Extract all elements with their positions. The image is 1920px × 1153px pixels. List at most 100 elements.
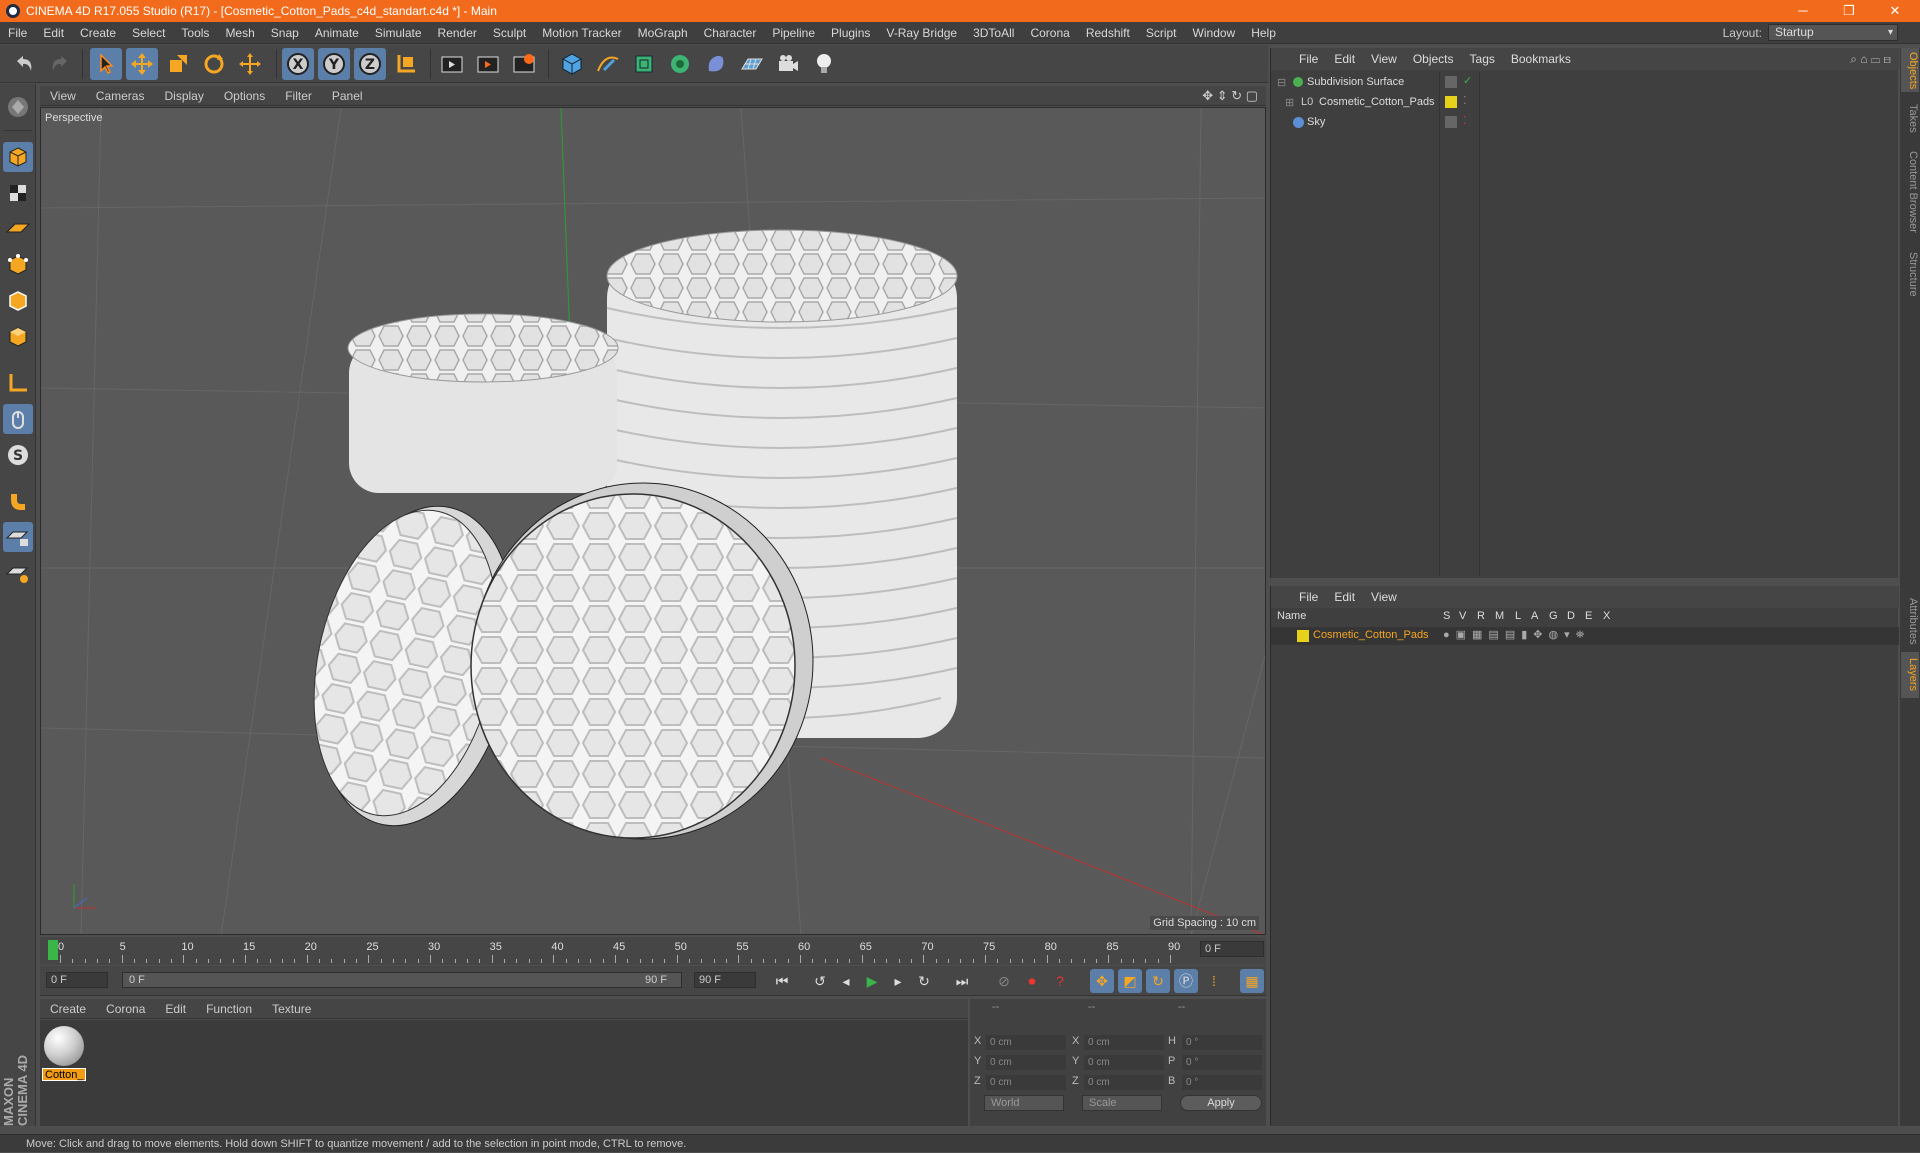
- apply-button[interactable]: Apply: [1180, 1095, 1262, 1111]
- render-view-icon[interactable]: [436, 48, 468, 80]
- scale-key-icon[interactable]: ◩: [1118, 969, 1142, 993]
- layout-dropdown[interactable]: Startup: [1768, 24, 1898, 41]
- rotation-p-field[interactable]: 0 °: [1182, 1055, 1262, 1070]
- menu-file[interactable]: File: [0, 26, 35, 40]
- position-y-field[interactable]: 0 cm: [986, 1055, 1066, 1070]
- point-level-key-icon[interactable]: ⁞: [1202, 969, 1226, 993]
- perspective-viewport[interactable]: Perspective Grid Spacing : 10 cm: [40, 107, 1266, 935]
- object-row-subdivision-surface[interactable]: ⊟ Subdivision Surface ✓: [1271, 74, 1899, 94]
- size-x-field[interactable]: 0 cm: [1084, 1035, 1164, 1050]
- menu-snap[interactable]: Snap: [263, 26, 307, 40]
- current-frame-field[interactable]: 0 F: [1200, 941, 1264, 957]
- object-name[interactable]: Subdivision Surface: [1307, 76, 1404, 88]
- axis-mode-icon[interactable]: [3, 368, 33, 398]
- menu-edit[interactable]: Edit: [35, 26, 72, 40]
- go-to-start-icon[interactable]: ⏮: [770, 969, 794, 993]
- position-z-field[interactable]: 0 cm: [986, 1075, 1066, 1090]
- layer-toggle-icons[interactable]: ●▣▦▤▤▮✥◍▾⛯: [1443, 628, 1590, 642]
- rotation-key-icon[interactable]: ↻: [1146, 969, 1170, 993]
- menu-sculpt[interactable]: Sculpt: [485, 26, 534, 40]
- autokey-icon[interactable]: ⏺: [1020, 969, 1044, 993]
- tab-takes[interactable]: Takes: [1901, 98, 1919, 138]
- material-menu-corona[interactable]: Corona: [96, 1002, 155, 1016]
- x-axis-lock-icon[interactable]: X: [282, 48, 314, 80]
- start-frame-field[interactable]: 0 F: [46, 972, 108, 988]
- menu-mograph[interactable]: MoGraph: [630, 26, 696, 40]
- size-z-field[interactable]: 0 cm: [1084, 1075, 1164, 1090]
- move-tool-icon[interactable]: [126, 48, 158, 80]
- layermgr-menu-file[interactable]: File: [1291, 590, 1326, 604]
- viewport-menu-view[interactable]: View: [40, 89, 86, 103]
- material-menu-texture[interactable]: Texture: [262, 1002, 321, 1016]
- timeline-ticks[interactable]: 0 5 10 15 20 25 30 35 40 45 50 55 60 65 70 75 80 85 90: [48, 937, 1193, 965]
- record-keys-icon[interactable]: ⊘: [992, 969, 1016, 993]
- subdivision-surface-icon[interactable]: [628, 48, 660, 80]
- workplane-mode-icon[interactable]: [3, 214, 33, 244]
- rotate-tool-icon[interactable]: [198, 48, 230, 80]
- size-y-field[interactable]: 0 cm: [1084, 1055, 1164, 1070]
- layer-tag-icon[interactable]: [1445, 76, 1457, 88]
- redo-icon[interactable]: [44, 48, 76, 80]
- coordinate-system-icon[interactable]: [390, 48, 422, 80]
- render-picture-viewer-icon[interactable]: [472, 48, 504, 80]
- size-mode-dropdown[interactable]: Scale: [1082, 1095, 1162, 1111]
- position-x-field[interactable]: 0 cm: [986, 1035, 1066, 1050]
- points-mode-icon[interactable]: [3, 250, 33, 280]
- expand-toggle-icon[interactable]: ⊟: [1277, 76, 1286, 89]
- menu-plugins[interactable]: Plugins: [823, 26, 878, 40]
- menu-script[interactable]: Script: [1138, 26, 1185, 40]
- material-swatch[interactable]: Cotton_: [42, 1024, 86, 1081]
- menu-character[interactable]: Character: [696, 26, 765, 40]
- menu-render[interactable]: Render: [430, 26, 485, 40]
- layermgr-menu-edit[interactable]: Edit: [1326, 590, 1363, 604]
- timeline-playhead[interactable]: [48, 940, 58, 960]
- render-settings-icon[interactable]: [508, 48, 540, 80]
- z-axis-lock-icon[interactable]: Z: [354, 48, 386, 80]
- object-name[interactable]: Sky: [1307, 116, 1325, 128]
- coordinate-space-dropdown[interactable]: World: [984, 1095, 1064, 1111]
- undo-icon[interactable]: [8, 48, 40, 80]
- viewport-menu-options[interactable]: Options: [214, 89, 275, 103]
- make-editable-icon[interactable]: [3, 92, 33, 122]
- menu-tools[interactable]: Tools: [173, 26, 217, 40]
- objmgr-menu-file[interactable]: File: [1291, 52, 1326, 66]
- object-row-sky[interactable]: Sky ⁚: [1271, 114, 1899, 134]
- viewport-menu-panel[interactable]: Panel: [322, 89, 373, 103]
- snap-magnet-icon[interactable]: [3, 486, 33, 516]
- tab-structure[interactable]: Structure: [1901, 244, 1919, 304]
- objmgr-toolbar-icons[interactable]: ⌕ ⌂ ▭ ⊟: [1850, 52, 1891, 67]
- solo-mode-icon[interactable]: S: [3, 440, 33, 470]
- select-arrow-icon[interactable]: [90, 48, 122, 80]
- tab-content-browser[interactable]: Content Browser: [1901, 144, 1919, 240]
- menu-window[interactable]: Window: [1185, 26, 1244, 40]
- menu-create[interactable]: Create: [72, 26, 124, 40]
- edges-mode-icon[interactable]: [3, 286, 33, 316]
- objmgr-menu-objects[interactable]: Objects: [1405, 52, 1462, 66]
- viewport-menu-display[interactable]: Display: [154, 89, 213, 103]
- menu-pipeline[interactable]: Pipeline: [764, 26, 823, 40]
- objmgr-menu-edit[interactable]: Edit: [1326, 52, 1363, 66]
- menu-corona[interactable]: Corona: [1022, 26, 1077, 40]
- timeline-window-icon[interactable]: ▦: [1240, 969, 1264, 993]
- cube-primitive-icon[interactable]: [556, 48, 588, 80]
- parameter-key-icon[interactable]: Ⓟ: [1174, 969, 1198, 993]
- polygons-mode-icon[interactable]: [3, 322, 33, 352]
- menu-3dtoall[interactable]: 3DToAll: [965, 26, 1022, 40]
- layer-tag-icon[interactable]: [1445, 116, 1457, 128]
- end-frame-field[interactable]: 90 F: [694, 972, 756, 988]
- viewport-menu-filter[interactable]: Filter: [275, 89, 322, 103]
- go-to-end-icon[interactable]: ⏭: [950, 969, 974, 993]
- close-button[interactable]: ✕: [1872, 0, 1918, 22]
- tab-attributes[interactable]: Attributes: [1901, 588, 1919, 654]
- viewport-nav-icons[interactable]: ✥ ⇕ ↻ ▢: [1202, 88, 1258, 104]
- tab-layers[interactable]: Layers: [1901, 652, 1919, 698]
- menu-redshift[interactable]: Redshift: [1078, 26, 1138, 40]
- visibility-dots-icon[interactable]: ⁚: [1463, 114, 1467, 127]
- play-icon[interactable]: ▶: [860, 969, 884, 993]
- pen-spline-icon[interactable]: [592, 48, 624, 80]
- floor-object-icon[interactable]: [736, 48, 768, 80]
- y-axis-lock-icon[interactable]: Y: [318, 48, 350, 80]
- next-frame-icon[interactable]: ▸: [886, 969, 910, 993]
- deformer-icon[interactable]: [700, 48, 732, 80]
- objmgr-menu-bookmarks[interactable]: Bookmarks: [1503, 52, 1579, 66]
